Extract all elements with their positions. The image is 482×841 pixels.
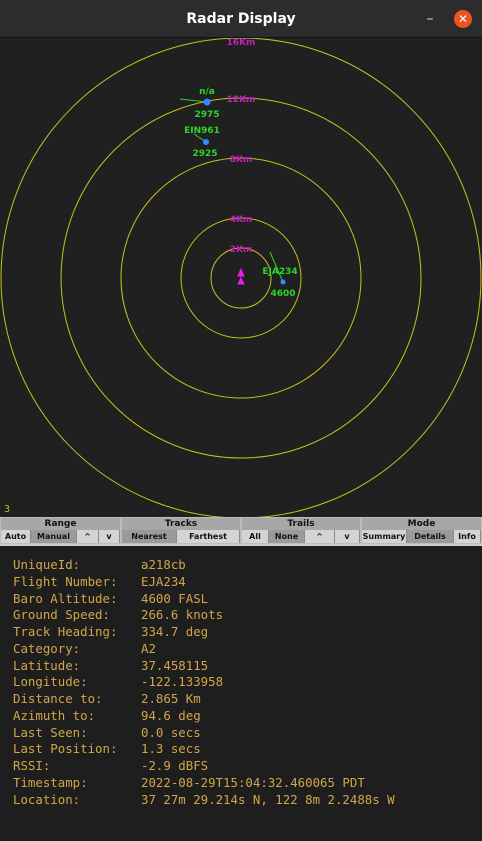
tracks-farthest-button[interactable]: Farthest: [177, 530, 240, 543]
range-down-button[interactable]: v: [99, 530, 120, 543]
detail-value: 4600 FASL: [141, 591, 209, 606]
range-label-4km: 4Km: [230, 215, 253, 225]
aircraft-track-na[interactable]: n/a 2975: [179, 87, 220, 120]
range-label-2km: 2Km: [230, 245, 253, 255]
minimize-button[interactable]: –: [422, 10, 438, 28]
aircraft-track-ein961[interactable]: EIN961 2925: [184, 126, 220, 159]
detail-value: -2.9 dBFS: [141, 758, 209, 773]
aircraft-callsign: n/a: [199, 87, 215, 97]
aircraft-dot-icon: [203, 98, 211, 106]
detail-key: Ground Speed:: [13, 607, 110, 622]
window-title: Radar Display: [186, 11, 296, 27]
detail-key: Azimuth to:: [13, 708, 96, 723]
detail-key: Timestamp:: [13, 775, 88, 790]
trails-all-button[interactable]: All: [242, 530, 269, 543]
detail-value: 37.458115: [141, 658, 209, 673]
trails-none-button[interactable]: None: [269, 530, 305, 543]
aircraft-callsign: EJA234: [262, 267, 297, 277]
own-ship-icon: [237, 267, 245, 285]
trails-down-button[interactable]: v: [335, 530, 360, 543]
detail-value: EJA234: [141, 574, 186, 589]
title-bar[interactable]: Radar Display – ✕: [0, 0, 482, 38]
aircraft-dot-icon: [203, 139, 209, 145]
detail-key: Baro Altitude:: [13, 591, 118, 606]
corner-count: 3: [4, 504, 11, 515]
aircraft-altitude: 2925: [192, 149, 217, 159]
mode-info-button[interactable]: Info: [454, 530, 481, 543]
detail-key: RSSI:: [13, 758, 51, 773]
detail-value: 0.0 secs: [141, 725, 201, 740]
close-button[interactable]: ✕: [454, 10, 472, 28]
detail-value: 94.6 deg: [141, 708, 201, 723]
range-label-8km: 8Km: [230, 155, 253, 165]
range-auto-button[interactable]: Auto: [1, 530, 31, 543]
mode-summary-button[interactable]: Summary: [362, 530, 407, 543]
aircraft-altitude: 2975: [194, 110, 219, 120]
range-label-12km: 12Km: [227, 95, 256, 105]
detail-value: 1.3 secs: [141, 741, 201, 756]
aircraft-altitude: 4600: [270, 289, 295, 299]
range-up-button[interactable]: ^: [77, 530, 99, 543]
detail-value: a218cb: [141, 557, 186, 572]
radar-scope[interactable]: 2Km 4Km 8Km 12Km 16Km n/a 2975 EIN961 29…: [0, 38, 482, 517]
detail-key: Flight Number:: [13, 574, 118, 589]
range-group-header: Range: [1, 518, 120, 530]
detail-key: Location:: [13, 792, 81, 807]
detail-key: UniqueId:: [13, 557, 81, 572]
trails-up-button[interactable]: ^: [305, 530, 335, 543]
range-manual-button[interactable]: Manual: [31, 530, 77, 543]
detail-value: 2022-08-29T15:04:32.460065 PDT: [141, 775, 365, 790]
detail-key: Last Seen:: [13, 725, 88, 740]
detail-key: Last Position:: [13, 741, 118, 756]
detail-value: A2: [141, 641, 156, 656]
detail-key: Latitude:: [13, 658, 81, 673]
detail-key: Distance to:: [13, 691, 103, 706]
trails-group-header: Trails: [242, 518, 360, 530]
detail-value: 334.7 deg: [141, 624, 209, 639]
detail-value: -122.133958: [141, 674, 224, 689]
radar-svg: 2Km 4Km 8Km 12Km 16Km n/a 2975 EIN961 29…: [0, 38, 482, 517]
range-label-16km: 16Km: [227, 38, 256, 48]
mode-details-button[interactable]: Details: [407, 530, 454, 543]
radar-window: Radar Display – ✕ 2Km 4Km 8Km 12Km 16Km: [0, 0, 482, 841]
mode-group-header: Mode: [362, 518, 481, 530]
tracks-group-header: Tracks: [122, 518, 240, 530]
detail-key: Category:: [13, 641, 81, 656]
detail-value: 37 27m 29.214s N, 122 8m 2.2488s W: [141, 792, 395, 807]
tracks-nearest-button[interactable]: Nearest: [122, 530, 177, 543]
aircraft-callsign: EIN961: [184, 126, 220, 136]
detail-value: 266.6 knots: [141, 607, 224, 622]
control-bar: Range Auto Manual ^ v Tracks Nearest Far…: [0, 517, 482, 544]
aircraft-dot-icon: [280, 279, 286, 285]
aircraft-details-panel: UniqueId: a218cb Flight Number: EJA234 Bar…: [0, 544, 482, 841]
detail-value: 2.865 Km: [141, 691, 201, 706]
detail-key: Track Heading:: [13, 624, 118, 639]
detail-key: Longitude:: [13, 674, 88, 689]
